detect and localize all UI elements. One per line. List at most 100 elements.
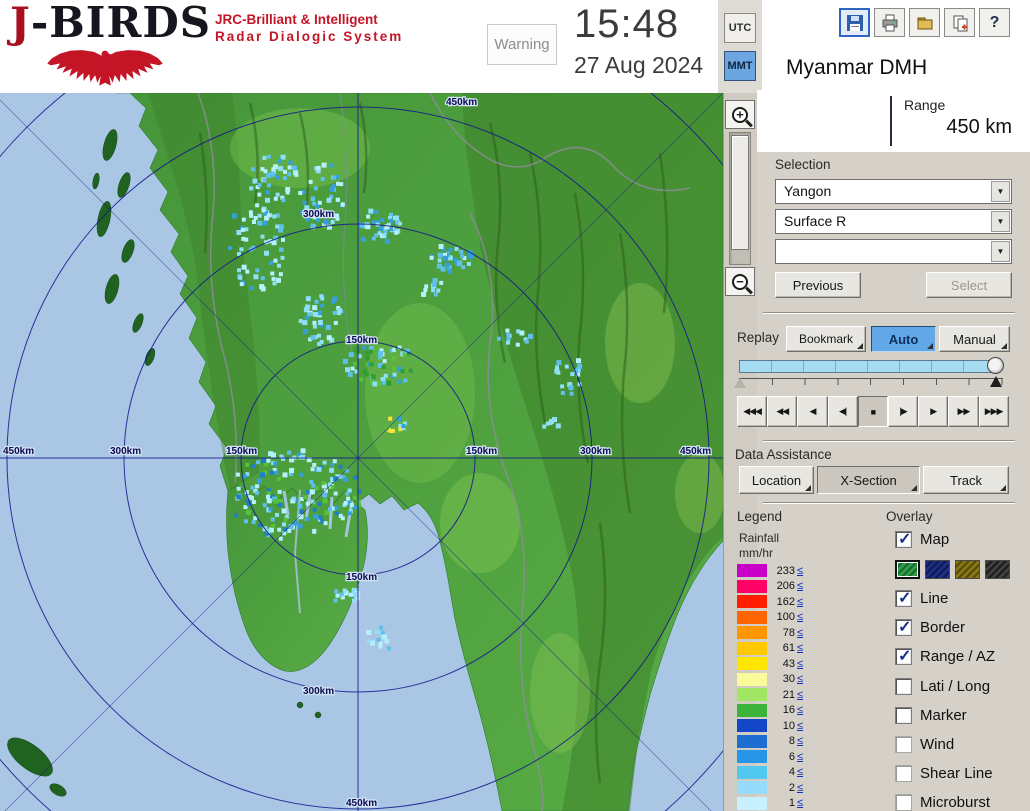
border-checkbox[interactable]: ✓ (895, 619, 912, 637)
svg-text:450km: 450km (446, 97, 477, 108)
timeline-start-marker[interactable] (734, 378, 746, 388)
svg-text:150km: 150km (346, 572, 377, 583)
playback-reverse-play-button[interactable]: ◀ (797, 396, 828, 427)
legend-threshold-link[interactable]: ≤ (797, 627, 803, 639)
replay-timeline-thumb[interactable] (987, 357, 1004, 374)
product-dropdown[interactable]: Surface R ▼ (775, 209, 1012, 234)
playback-stop-button[interactable]: ■ (857, 396, 888, 427)
playback-play-button[interactable]: ▶ (918, 396, 949, 427)
option-dropdown[interactable]: ▼ (775, 239, 1012, 264)
radar-map-canvas: 450km 300km 150km 450km 300km 150km 150km 300km… (0, 0, 827, 811)
marker-checkbox[interactable] (895, 706, 912, 724)
playback-rewind-button[interactable]: ◀◀ (767, 396, 798, 427)
data-assistance-label: Data Assistance (735, 447, 832, 462)
legend-value: 10 (782, 719, 795, 732)
mmt-toggle-button[interactable]: MMT (724, 51, 756, 81)
map-pattern-option-2[interactable] (925, 560, 950, 579)
legend-threshold-link[interactable]: ≤ (797, 751, 803, 763)
map-checkbox[interactable]: ✓ (895, 531, 912, 548)
map-pattern-option-1[interactable] (895, 560, 920, 579)
legend-threshold-link[interactable]: ≤ (797, 611, 803, 623)
x-section-button[interactable]: X-Section (817, 466, 920, 494)
legend-value: 30 (782, 673, 795, 686)
select-button: Select (926, 272, 1012, 298)
legend-color-swatch (737, 719, 767, 733)
overlay-label: Microburst (920, 794, 991, 811)
warning-indicator[interactable]: Warning (487, 24, 557, 65)
legend-threshold-link[interactable]: ≤ (797, 642, 803, 654)
help-button[interactable]: ? (979, 8, 1010, 37)
legend-color-swatch (737, 765, 767, 779)
legend-threshold-link[interactable]: ≤ (797, 596, 803, 608)
legend-threshold-link[interactable]: ≤ (797, 704, 803, 716)
auto-replay-button[interactable]: Auto (871, 326, 936, 352)
bookmark-button[interactable]: Bookmark (786, 326, 866, 352)
manual-replay-button[interactable]: Manual (939, 326, 1010, 352)
legend-color-swatch (737, 579, 767, 593)
print-button[interactable] (874, 8, 905, 37)
legend-value: 16 (782, 704, 795, 717)
legend-threshold-link[interactable]: ≤ (797, 565, 803, 577)
svg-text:150km: 150km (226, 446, 257, 457)
playback-fast-forward-button[interactable]: ▶▶ (948, 396, 979, 427)
lati-long-checkbox[interactable] (895, 677, 912, 695)
legend-row: 162 ≤ (737, 594, 829, 610)
chevron-down-icon[interactable]: ▼ (991, 211, 1010, 232)
legend-row: 8 ≤ (737, 734, 829, 750)
playback-step-forward-button[interactable]: |▶ (887, 396, 919, 427)
legend-value: 100 (776, 611, 795, 624)
range-label: Range (904, 97, 946, 113)
legend-threshold-link[interactable]: ≤ (797, 782, 803, 794)
line-checkbox[interactable]: ✓ (895, 590, 912, 608)
site-dropdown[interactable]: Yangon ▼ (775, 179, 1012, 204)
open-file-button[interactable] (909, 8, 940, 37)
legend-threshold-link[interactable]: ≤ (797, 658, 803, 670)
legend-row: 61 ≤ (737, 641, 829, 657)
chevron-down-icon[interactable]: ▼ (991, 241, 1010, 262)
location-button[interactable]: Location (739, 466, 814, 494)
app-logo: J-BIRDS (10, 0, 211, 47)
legend-threshold-link[interactable]: ≤ (797, 689, 803, 701)
timeline-end-marker[interactable] (990, 376, 1002, 387)
zoom-out-button[interactable]: − (725, 267, 755, 296)
copy-image-button[interactable] (944, 8, 975, 37)
print-icon (882, 14, 897, 31)
radar-map[interactable]: 450km 300km 150km 450km 300km 150km 150km 300km… (0, 0, 827, 811)
track-button[interactable]: Track (923, 466, 1009, 494)
chevron-down-icon[interactable]: ▼ (991, 181, 1010, 202)
playback-fast-rewind-button[interactable]: ◀◀◀ (737, 396, 768, 427)
playback-fastest-forward-button[interactable]: ▶▶▶ (978, 396, 1009, 427)
range-az-checkbox[interactable]: ✓ (895, 648, 912, 666)
overlay-options: ✓ Line ✓ Border ✓ Range / AZ Lati / Long Marker… (895, 584, 1030, 811)
legend-unit-line1: Rainfall (739, 531, 780, 545)
legend-value: 43 (782, 657, 795, 670)
legend-color-swatch (737, 703, 767, 717)
save-button[interactable] (839, 8, 870, 37)
legend-row: 78 ≤ (737, 625, 829, 641)
zoom-in-button[interactable]: + (725, 100, 755, 129)
legend-threshold-link[interactable]: ≤ (797, 766, 803, 778)
legend-threshold-link[interactable]: ≤ (797, 720, 803, 732)
playback-step-back-button[interactable]: ◀| (827, 396, 858, 427)
svg-text:300km: 300km (110, 446, 141, 457)
overlay-item-microburst: Microburst (895, 788, 1030, 811)
legend-row: 10 ≤ (737, 718, 829, 734)
legend-threshold-link[interactable]: ≤ (797, 735, 803, 747)
svg-text:300km: 300km (580, 446, 611, 457)
legend-row: 206 ≤ (737, 579, 829, 595)
legend-threshold-link[interactable]: ≤ (797, 580, 803, 592)
utc-toggle-button[interactable]: UTC (724, 13, 756, 43)
jbirds-app: J-BIRDS JRC-Brilliant & Intelligent Rada… (0, 0, 1030, 811)
legend-threshold-link[interactable]: ≤ (797, 673, 803, 685)
logo-rest: -BIRDS (30, 0, 212, 47)
save-icon (846, 14, 863, 31)
replay-timeline-track[interactable] (739, 360, 995, 373)
map-pattern-option-4[interactable] (985, 560, 1010, 579)
svg-text:150km: 150km (466, 446, 497, 457)
map-pattern-option-3[interactable] (955, 560, 980, 579)
legend-threshold-link[interactable]: ≤ (797, 797, 803, 809)
legend-row: 4 ≤ (737, 765, 829, 781)
zoom-slider-thumb[interactable] (731, 135, 749, 250)
previous-button[interactable]: Previous (775, 272, 861, 298)
legend-color-swatch (737, 595, 767, 609)
